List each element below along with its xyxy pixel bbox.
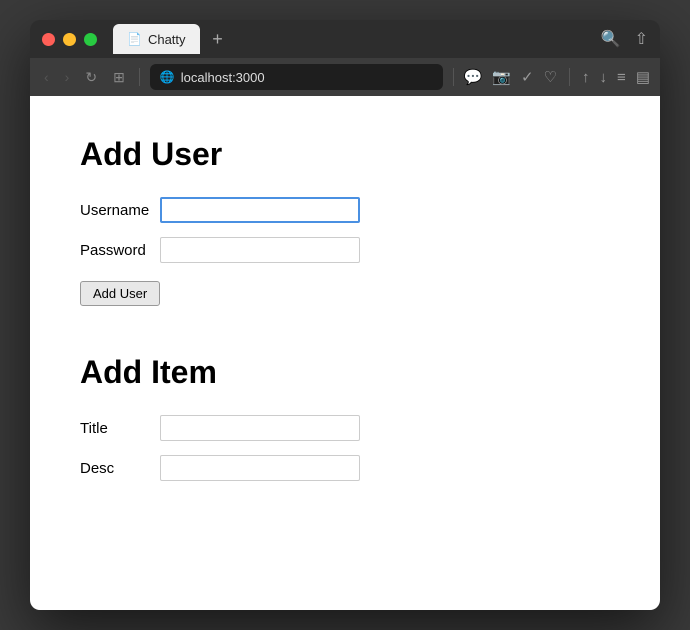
desc-row: Desc [80,455,610,481]
page-content: Add User Username Password Add User Add … [30,96,660,610]
close-button[interactable] [42,33,55,46]
grid-button[interactable]: ⊞ [109,67,129,88]
toolbar-icons: 💬 📷 ✓ ♡ ↑ ↓ ≡ ▤ [464,68,650,86]
url-text: localhost:3000 [181,70,265,85]
title-label: Title [80,420,160,437]
chat-icon[interactable]: 💬 [464,68,483,86]
address-bar: ‹ › ↻ ⊞ 🌐 localhost:3000 💬 📷 ✓ ♡ ↑ ↓ ≡ ▤ [30,58,660,96]
tab-page-icon: 📄 [127,32,142,46]
section-divider [80,306,610,346]
heart-icon[interactable]: ♡ [544,68,557,86]
address-divider [139,68,140,86]
tab-title: Chatty [148,32,186,47]
tab-bar: 📄 Chatty + [113,24,601,54]
camera-icon[interactable]: 📷 [492,68,511,86]
traffic-lights [42,33,97,46]
title-input[interactable] [160,415,360,441]
username-row: Username [80,197,610,223]
desc-label: Desc [80,460,160,477]
checkmark-icon[interactable]: ✓ [521,68,534,86]
new-tab-button[interactable]: + [204,25,232,53]
maximize-button[interactable] [84,33,97,46]
title-bar: 📄 Chatty + 🔍 ⇧ [30,20,660,58]
download-icon[interactable]: ↓ [600,69,608,86]
add-user-title: Add User [80,136,610,173]
username-input[interactable] [160,197,360,223]
menu-icon[interactable]: ≡ [617,69,626,86]
password-label: Password [80,242,160,259]
share-icon[interactable]: ⇧ [635,29,648,49]
desc-input[interactable] [160,455,360,481]
add-item-section: Add Item Title Desc [80,354,610,481]
title-row: Title [80,415,610,441]
refresh-button[interactable]: ↻ [81,67,101,88]
url-bar[interactable]: 🌐 localhost:3000 [150,64,443,90]
add-user-button[interactable]: Add User [80,281,160,306]
toolbar-divider-2 [569,68,570,86]
title-bar-actions: 🔍 ⇧ [601,29,648,49]
globe-icon: 🌐 [160,70,175,84]
active-tab[interactable]: 📄 Chatty [113,24,200,54]
add-item-title: Add Item [80,354,610,391]
forward-button[interactable]: › [61,67,74,87]
upload-icon[interactable]: ↑ [582,69,590,86]
username-label: Username [80,202,160,219]
search-icon[interactable]: 🔍 [601,29,621,49]
minimize-button[interactable] [63,33,76,46]
browser-window: 📄 Chatty + 🔍 ⇧ ‹ › ↻ ⊞ 🌐 localhost:3000 … [30,20,660,610]
password-row: Password [80,237,610,263]
toolbar-divider [453,68,454,86]
back-button[interactable]: ‹ [40,67,53,87]
sidebar-icon[interactable]: ▤ [636,68,650,86]
add-user-section: Add User Username Password Add User [80,136,610,306]
password-input[interactable] [160,237,360,263]
